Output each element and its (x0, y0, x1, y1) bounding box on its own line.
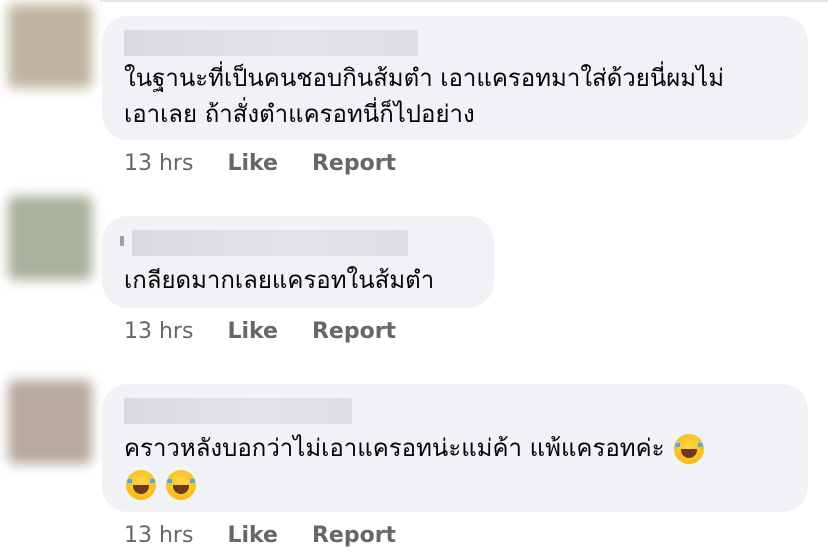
comment-actions: 13 hrs Like Report (124, 316, 430, 346)
comment-timestamp[interactable]: 13 hrs (124, 319, 193, 344)
commenter-name-redacted[interactable] (132, 230, 408, 256)
comment-timestamp[interactable]: 13 hrs (124, 523, 193, 548)
comment-bubble: คราวหลังบอกว่าไม่เอาแครอทน่ะแม่ค้า แพ้แค… (102, 384, 808, 512)
comment-timestamp[interactable]: 13 hrs (124, 151, 193, 176)
comment-text: ในฐานะที่เป็นคนชอบกินส้มตำ เอาแครอทมาใส่… (124, 64, 725, 128)
name-fragment (120, 236, 124, 246)
comment-actions: 13 hrs Like Report (124, 520, 430, 550)
commenter-name-redacted[interactable] (124, 30, 418, 56)
comment-bubble: เกลียดมากเลยแครอทในส้มตำ (102, 216, 494, 308)
face-with-tears-of-joy-icon (126, 470, 156, 500)
comment-bubble: ในฐานะที่เป็นคนชอบกินส้มตำ เอาแครอทมาใส่… (102, 16, 808, 140)
divider (100, 0, 828, 2)
report-button[interactable]: Report (312, 319, 396, 344)
commenter-name-redacted[interactable] (124, 398, 352, 424)
avatar[interactable] (8, 196, 92, 280)
comment-text: คราวหลังบอกว่าไม่เอาแครอทน่ะแม่ค้า แพ้แค… (124, 430, 790, 502)
report-button[interactable]: Report (312, 151, 396, 176)
like-button[interactable]: Like (227, 319, 278, 344)
comment-text: เกลียดมากเลยแครอทในส้มตำ (124, 266, 435, 294)
face-with-tears-of-joy-icon (165, 470, 196, 500)
like-button[interactable]: Like (227, 151, 278, 176)
comment-text-body: คราวหลังบอกว่าไม่เอาแครอทน่ะแม่ค้า แพ้แค… (124, 434, 665, 462)
report-button[interactable]: Report (312, 523, 396, 548)
face-with-tears-of-joy-icon (674, 434, 705, 464)
avatar[interactable] (8, 4, 92, 88)
like-button[interactable]: Like (227, 523, 278, 548)
comment-actions: 13 hrs Like Report (124, 148, 430, 178)
avatar[interactable] (8, 380, 92, 464)
